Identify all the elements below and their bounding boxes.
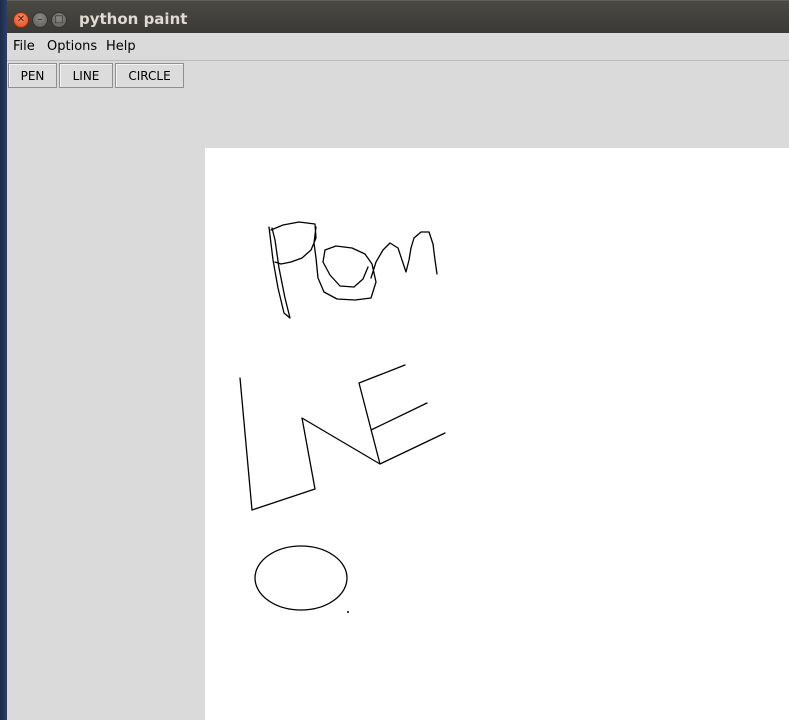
- title-bar[interactable]: ✕ – □ python paint: [7, 0, 789, 33]
- app-window: ✕ – □ python paint File Options Help PEN…: [7, 0, 789, 720]
- canvas-svg: [239, 221, 446, 613]
- desktop-edge: [0, 0, 7, 720]
- line-stroke: [239, 364, 446, 511]
- toolbar: PEN LINE CIRCLE: [7, 62, 789, 90]
- maximize-icon[interactable]: □: [51, 12, 67, 28]
- window-title: python paint: [79, 10, 188, 28]
- dot-mark: [347, 611, 349, 613]
- menu-file[interactable]: File: [13, 39, 35, 54]
- line-button[interactable]: LINE: [59, 63, 113, 88]
- pen-stroke: [268, 221, 438, 319]
- menu-options[interactable]: Options: [47, 39, 97, 54]
- circle-stroke: [254, 545, 348, 611]
- menu-help[interactable]: Help: [106, 39, 136, 54]
- close-icon[interactable]: ✕: [13, 12, 29, 28]
- circle-button[interactable]: CIRCLE: [115, 63, 184, 88]
- menu-bar: File Options Help: [7, 33, 789, 61]
- drawing-canvas[interactable]: [205, 148, 789, 720]
- minimize-icon[interactable]: –: [32, 12, 48, 28]
- pen-button[interactable]: PEN: [8, 63, 57, 88]
